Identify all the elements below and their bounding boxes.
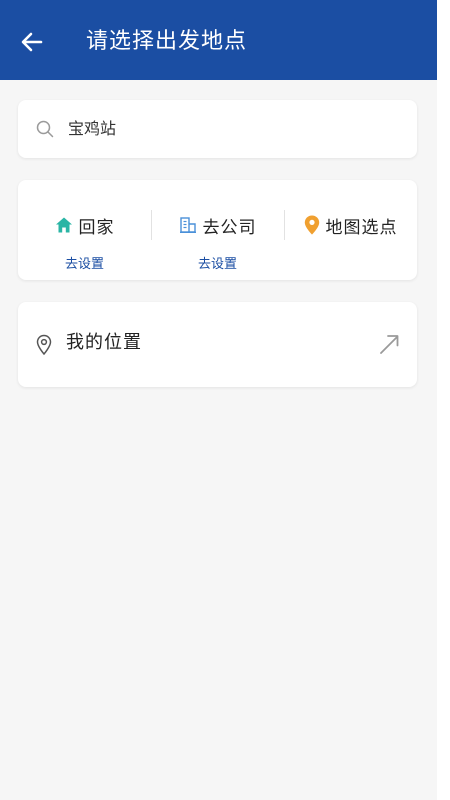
office-shortcut-row: 去公司 (151, 212, 284, 238)
home-label: 回家 (78, 217, 115, 238)
home-shortcut-row: 回家 (18, 212, 151, 238)
my-location-label: 我的位置 (66, 332, 142, 353)
arrow-up-right-icon[interactable] (377, 332, 401, 356)
arrow-left-icon (21, 32, 43, 52)
my-location-item[interactable]: 我的位置 (18, 302, 417, 387)
office-shortcut[interactable]: 去公司 去设置 (151, 180, 284, 280)
home-shortcut[interactable]: 回家 去设置 (18, 180, 151, 280)
office-label: 去公司 (202, 217, 257, 238)
building-icon (179, 217, 196, 233)
search-box[interactable] (18, 100, 417, 158)
map-pin-icon (304, 215, 319, 235)
app-screen: 请选择出发地点 回家 去设置 (0, 0, 437, 800)
office-setup-link[interactable]: 去设置 (151, 253, 284, 272)
search-input[interactable] (68, 100, 388, 158)
back-button[interactable] (14, 24, 50, 60)
home-setup-link[interactable]: 去设置 (18, 253, 151, 272)
location-pin-icon (36, 334, 52, 356)
search-icon (36, 120, 54, 138)
map-pick-shortcut[interactable]: 地图选点 (284, 180, 417, 280)
screen-edge (437, 0, 450, 800)
map-pick-label: 地图选点 (325, 217, 398, 238)
page-title: 请选择出发地点 (86, 29, 248, 54)
map-pick-row: 地图选点 (284, 212, 417, 238)
shortcut-panel: 回家 去设置 去公司 去设置 地图选点 (18, 180, 417, 280)
header-bar: 请选择出发地点 (0, 0, 437, 80)
home-icon (55, 217, 72, 233)
